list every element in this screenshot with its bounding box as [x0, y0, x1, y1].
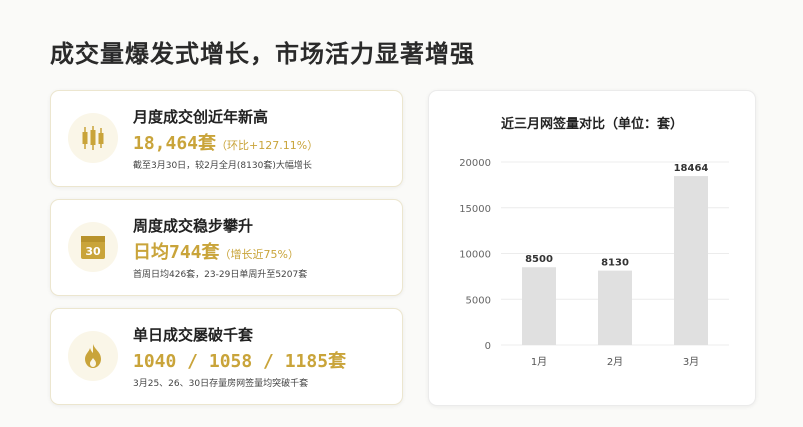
card-title: 单日成交屡破千套: [133, 326, 254, 344]
card-value: 18,464套（环比+127.11%）: [133, 129, 318, 155]
calendar-30-icon: 30: [68, 222, 118, 272]
candlestick-chart-icon: [68, 113, 118, 163]
card-title: 周度成交稳步攀升: [133, 217, 254, 235]
flame-icon: [68, 331, 118, 381]
stat-card-monthly: 月度成交创近年新高 18,464套（环比+127.11%） 截至3月30日，较2…: [50, 90, 403, 187]
card-value-sub: （增长近75%）: [219, 248, 299, 261]
bar-chart: 0 5000 10000 15000 20000 8500 1月 8130 2月 18464 3月: [459, 158, 729, 368]
y-tick-label: 10000: [459, 250, 491, 261]
bar: [598, 270, 632, 345]
y-tick-label: 5000: [466, 295, 491, 306]
stat-card-daily: 单日成交屡破千套 1040 / 1058 / 1185套 3月25、26、30日…: [50, 308, 403, 405]
data-label: 8500: [525, 254, 553, 265]
card-value-main: 日均744套: [133, 242, 220, 263]
svg-text:30: 30: [85, 245, 101, 258]
data-label: 8130: [601, 258, 629, 269]
x-tick-label: 3月: [683, 356, 699, 368]
bar: [522, 267, 556, 345]
card-note: 3月25、26、30日存量房网签量均突破千套: [133, 379, 309, 389]
card-note: 首周日均426套，23-29日单周升至5207套: [133, 270, 308, 280]
x-tick-label: 2月: [607, 356, 623, 368]
chart-card: 近三月网签量对比（单位：套） 0 5000 10000 15000 20000 8500 1…: [428, 90, 756, 406]
chart-title: 近三月网签量对比（单位：套）: [500, 117, 683, 132]
y-tick-label: 20000: [459, 158, 491, 169]
bar: [674, 176, 708, 345]
y-tick-label: 15000: [459, 204, 491, 215]
stat-card-weekly: 30 周度成交稳步攀升 日均744套（增长近75%） 首周日均426套，23-2…: [50, 199, 403, 296]
card-value-sub: （环比+127.11%）: [216, 139, 319, 152]
y-tick-label: 0: [485, 341, 491, 352]
card-title: 月度成交创近年新高: [133, 108, 269, 126]
page-title: 成交量爆发式增长，市场活力显著增强: [50, 39, 475, 68]
card-note: 截至3月30日，较2月全月(8130套)大幅增长: [133, 161, 312, 171]
card-value: 1040 / 1058 / 1185套: [133, 351, 347, 372]
card-value-main: 18,464套: [133, 133, 217, 154]
x-tick-label: 1月: [531, 356, 547, 368]
data-label: 18464: [674, 163, 709, 174]
card-value: 日均744套（增长近75%）: [133, 238, 299, 264]
